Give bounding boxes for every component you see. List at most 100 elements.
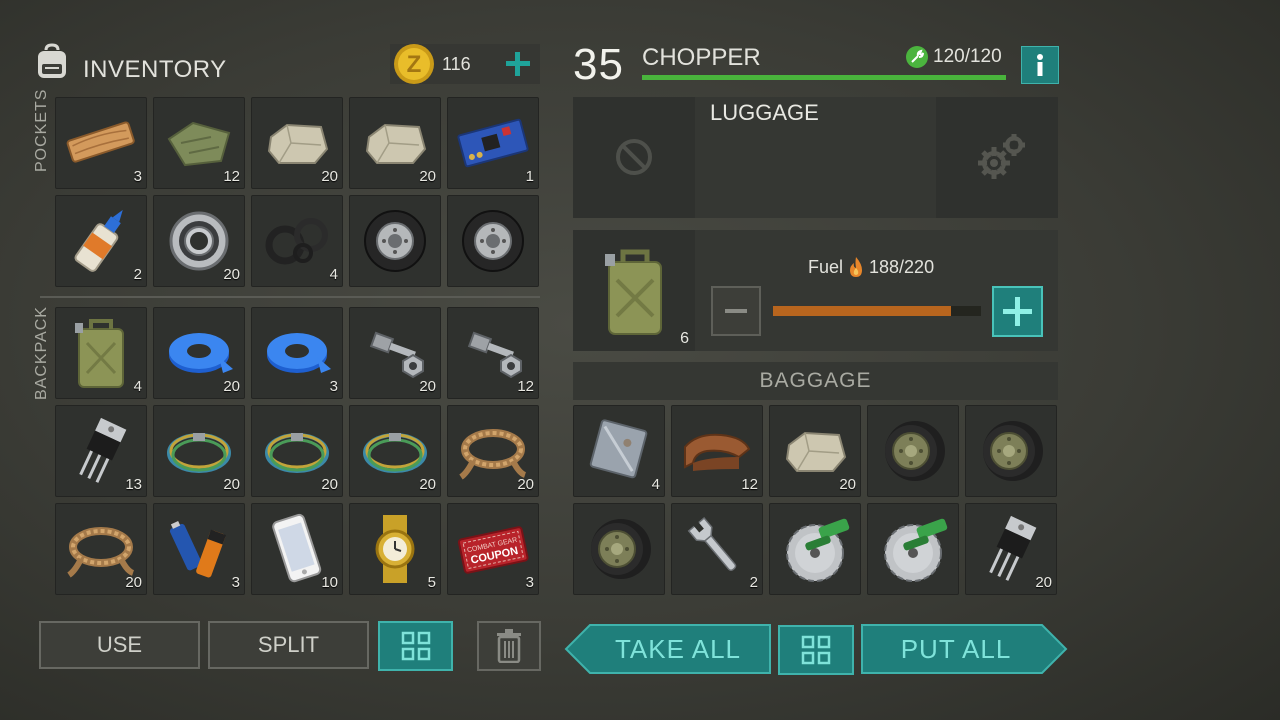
pocket-slot[interactable] <box>349 195 441 287</box>
luggage-title: LUGGAGE <box>710 100 819 125</box>
coupon-icon: COMBAT GEARCOUPON <box>457 526 529 574</box>
fuel-value: 188/220 <box>869 256 935 277</box>
backpack-slot[interactable]: 20 <box>349 405 441 497</box>
item-count: 20 <box>419 476 436 493</box>
durability-fill <box>642 75 1006 80</box>
pocket-slot[interactable]: 20 <box>251 97 343 189</box>
vehicle-settings-slot[interactable] <box>936 97 1058 218</box>
baggage-slot[interactable] <box>769 503 861 595</box>
add-coins-button[interactable] <box>500 46 536 82</box>
backpack-slot[interactable]: 5 <box>349 503 441 595</box>
watch-icon <box>375 515 415 583</box>
svg-text:Z: Z <box>407 51 422 78</box>
item-count: 2 <box>133 266 142 283</box>
backpack-slot[interactable]: 20 <box>153 307 245 399</box>
item-count: 3 <box>525 574 534 591</box>
item-count: 3 <box>231 574 240 591</box>
item-count: 10 <box>321 574 338 591</box>
backpack-slot[interactable]: 13 <box>55 405 147 497</box>
backpack-slot[interactable]: 12 <box>447 307 539 399</box>
item-count: 20 <box>223 476 240 493</box>
wood-plank-icon <box>66 121 135 163</box>
fuel-can-count: 6 <box>680 330 689 347</box>
luggage-slot-empty[interactable] <box>573 97 695 218</box>
inventory-title: INVENTORY <box>83 56 227 83</box>
use-button[interactable]: USE <box>39 621 200 669</box>
item-count: 4 <box>133 378 142 395</box>
item-count: 20 <box>321 168 338 185</box>
sort-grid-icon <box>401 631 430 661</box>
backpack-slot[interactable]: 3 <box>251 307 343 399</box>
circuit-board-icon <box>457 118 529 168</box>
split-button[interactable]: SPLIT <box>208 621 369 669</box>
baggage-slot[interactable] <box>867 405 959 497</box>
item-count: 2 <box>749 574 758 591</box>
baggage-slot[interactable]: 12 <box>671 405 763 497</box>
item-count: 12 <box>517 378 534 395</box>
saw-blade-icon <box>884 518 948 582</box>
trash-button[interactable] <box>477 621 541 671</box>
item-count: 5 <box>427 574 436 591</box>
backpack-slot[interactable]: 4 <box>55 307 147 399</box>
item-count: 20 <box>223 266 240 283</box>
baggage-slot[interactable]: 20 <box>769 405 861 497</box>
pocket-slot[interactable]: 4 <box>251 195 343 287</box>
sort-baggage-button[interactable] <box>778 625 854 675</box>
sort-inventory-button[interactable] <box>378 621 453 671</box>
item-count: 1 <box>525 168 534 185</box>
baggage-slot[interactable] <box>867 503 959 595</box>
trash-icon <box>497 629 521 663</box>
pocket-slot[interactable] <box>447 195 539 287</box>
fuel-increase-button[interactable] <box>992 286 1043 337</box>
fuel-label: Fuel <box>808 256 844 277</box>
pocket-slot[interactable]: 2 <box>55 195 147 287</box>
fuel-can-slot[interactable]: 6 <box>573 230 695 351</box>
backpack-slot[interactable]: COMBAT GEAR COUPON 3 <box>447 503 539 595</box>
baggage-slot[interactable]: 2 <box>671 503 763 595</box>
item-count: 12 <box>741 476 758 493</box>
baggage-slot[interactable]: 20 <box>965 503 1057 595</box>
motorcycle-wheel-icon <box>591 519 651 579</box>
gears-icon <box>978 134 1025 179</box>
backpack-slot[interactable]: 20 <box>447 405 539 497</box>
backpack-slot[interactable]: 20 <box>349 307 441 399</box>
take-all-button[interactable]: TAKE ALL <box>564 623 772 675</box>
backpack-slot[interactable]: 20 <box>55 503 147 595</box>
item-count: 20 <box>321 476 338 493</box>
wrench-icon <box>687 517 737 572</box>
section-divider <box>40 296 540 298</box>
item-count: 3 <box>133 168 142 185</box>
backpack-slot[interactable]: 10 <box>251 503 343 595</box>
backpack-icon <box>32 42 72 82</box>
baggage-slot[interactable]: 4 <box>573 405 665 497</box>
duct-tape-icon <box>267 333 331 373</box>
item-count: 12 <box>223 168 240 185</box>
wrench-badge-icon <box>906 46 928 68</box>
baggage-slot[interactable] <box>573 503 665 595</box>
pocket-slot[interactable]: 3 <box>55 97 147 189</box>
jerrycan-icon <box>75 319 124 388</box>
pocket-slot[interactable]: 20 <box>153 195 245 287</box>
pocket-slot[interactable]: 1 <box>447 97 539 189</box>
item-count: 20 <box>125 574 142 591</box>
put-all-button[interactable]: PUT ALL <box>860 623 1068 675</box>
durability-bar <box>642 75 1006 80</box>
item-count: 20 <box>223 378 240 395</box>
durability-value: 120/120 <box>933 46 1002 67</box>
pocket-slot[interactable]: 20 <box>349 97 441 189</box>
backpack-slot[interactable]: 20 <box>153 405 245 497</box>
baggage-slot[interactable] <box>965 405 1057 497</box>
pocket-slot[interactable]: 12 <box>153 97 245 189</box>
no-item-icon <box>616 139 652 175</box>
sort-grid-icon <box>801 635 831 665</box>
backpack-slot[interactable]: 20 <box>251 405 343 497</box>
item-count: 3 <box>329 378 338 395</box>
info-button[interactable] <box>1021 46 1059 84</box>
backpack-slot[interactable]: 3 <box>153 503 245 595</box>
flame-icon <box>850 257 863 277</box>
baggage-title: BAGGAGE <box>759 369 872 392</box>
item-count: 20 <box>839 476 856 493</box>
fuel-decrease-button[interactable] <box>711 286 761 336</box>
item-count: 20 <box>419 168 436 185</box>
pockets-label: POCKETS <box>33 88 50 172</box>
